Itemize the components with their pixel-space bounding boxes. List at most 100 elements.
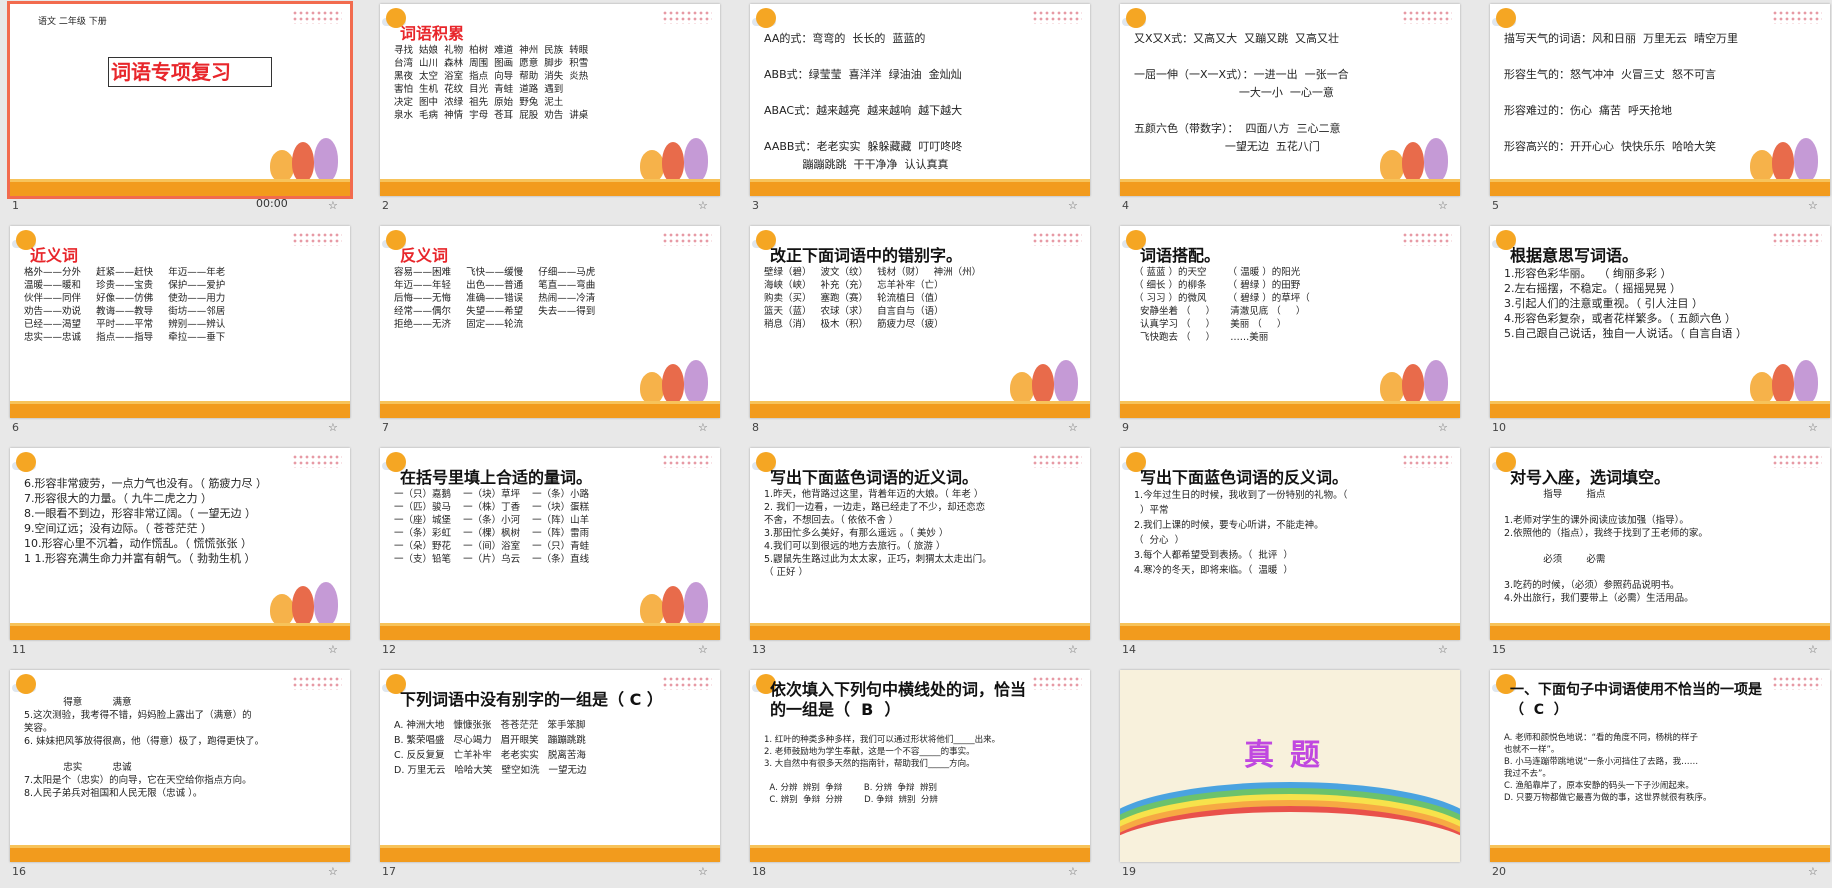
slide-thumbnail[interactable]: 词语搭配。 （ 蓝蓝 ）的天空 （ 温暖 ）的阳光 （ 细长 ）的柳条 （ 碧绿… — [1110, 222, 1480, 444]
slide-body: （ 蓝蓝 ）的天空 （ 温暖 ）的阳光 （ 细长 ）的柳条 （ 碧绿 ）的田野 … — [1134, 267, 1310, 343]
animation-star-icon[interactable]: ☆ — [698, 865, 708, 878]
slide-thumbnail[interactable]: 得意 满意 5.这次测验，我考得不错，妈妈脸上露出了（满意）的 笑容。 6. 妹… — [0, 666, 370, 888]
slide-canvas[interactable]: 真题 — [1120, 670, 1460, 862]
ground-bar — [1490, 404, 1830, 418]
slide-body: 6.形容非常疲劳，一点力气也没有。（ 筋疲力尽 ） 7.形容很大的力量。（ 九牛… — [24, 477, 267, 565]
decor-dots — [1402, 454, 1452, 468]
slide-body: A. 老师和颜悦色地说：“看的角度不同，杨桃的样子 也就不一样”。 B. 小马连… — [1504, 733, 1712, 803]
slide-canvas[interactable]: 描写天气的词语：风和日丽 万里无云 晴空万里 形容生气的：怒气冲冲 火冒三丈 怒… — [1490, 4, 1830, 196]
slide-canvas[interactable]: 写出下面蓝色词语的反义词。 1.今年过生日的时候，我收到了一份特别的礼物。（ ）… — [1120, 448, 1460, 640]
slide-thumbnail[interactable]: 对号入座，选词填空。 指导 指点 1.老师对学生的课外阅读应该加强（指导）。 2… — [1480, 444, 1832, 666]
slide-canvas[interactable]: 得意 满意 5.这次测验，我考得不错，妈妈脸上露出了（满意）的 笑容。 6. 妹… — [10, 670, 350, 862]
slide-canvas[interactable]: 改正下面词语中的错别字。 壁绿（碧） 波文（纹） 钱材（财） 神洲（州） 海峡（… — [750, 226, 1090, 418]
decor-dots — [1772, 676, 1822, 690]
slide-number: 17 — [382, 865, 396, 878]
slide-number: 12 — [382, 643, 396, 656]
animation-star-icon[interactable]: ☆ — [698, 199, 708, 212]
slide-thumbnail[interactable]: 改正下面词语中的错别字。 壁绿（碧） 波文（纹） 钱材（财） 神洲（州） 海峡（… — [740, 222, 1110, 444]
slide-canvas[interactable]: 6.形容非常疲劳，一点力气也没有。（ 筋疲力尽 ） 7.形容很大的力量。（ 九牛… — [10, 448, 350, 640]
tree-decor — [1772, 142, 1794, 182]
tree-decor — [270, 150, 294, 182]
slide-thumbnail[interactable]: 反义词 容易——困难 飞快——缓慢 仔细——马虎 年迈——年轻 出色——普通 笔… — [370, 222, 740, 444]
slide-title: 在括号里填上合适的量词。 — [400, 468, 593, 487]
ground-bar — [380, 848, 720, 862]
tree-decor — [1010, 372, 1034, 404]
slide-canvas[interactable]: 依次填入下列句中横线处的词，恰当 的一组是（ B ） 1. 红叶的种类多种多样，… — [750, 670, 1090, 862]
decor-dots — [1402, 232, 1452, 246]
animation-star-icon[interactable]: ☆ — [1808, 421, 1818, 434]
animation-star-icon[interactable]: ☆ — [1808, 199, 1818, 212]
animation-star-icon[interactable]: ☆ — [698, 643, 708, 656]
slide-thumbnail[interactable]: 描写天气的词语：风和日丽 万里无云 晴空万里 形容生气的：怒气冲冲 火冒三丈 怒… — [1480, 0, 1832, 222]
animation-star-icon[interactable]: ☆ — [1438, 199, 1448, 212]
tree-decor — [1424, 138, 1448, 182]
slide-canvas[interactable]: 一、下面句子中词语使用不恰当的一项是 （ C ） A. 老师和颜悦色地说：“看的… — [1490, 670, 1830, 862]
slide-canvas[interactable]: 在括号里填上合适的量词。 一（只）嘉鹅 一（块）草坪 一（条）小路 一（匹）骏马… — [380, 448, 720, 640]
slide-title: 词语积累 — [400, 24, 465, 43]
decor-dots — [1772, 232, 1822, 246]
tree-decor — [662, 586, 684, 626]
animation-star-icon[interactable]: ☆ — [1808, 643, 1818, 656]
slide-thumbnail[interactable]: 依次填入下列句中横线处的词，恰当 的一组是（ B ） 1. 红叶的种类多种多样，… — [740, 666, 1110, 888]
slide-thumbnail[interactable]: 在括号里填上合适的量词。 一（只）嘉鹅 一（块）草坪 一（条）小路 一（匹）骏马… — [370, 444, 740, 666]
slide-number: 9 — [1122, 421, 1129, 434]
animation-star-icon[interactable]: ☆ — [328, 865, 338, 878]
slide-canvas[interactable]: 语文 二年级 下册 词语专项复习 — [7, 1, 353, 199]
slide-thumbnail[interactable]: 又X又X式：又高又大 又蹦又跳 又高又壮 一屈一伸（一X一X式）：一进一出 一张… — [1110, 0, 1480, 222]
slide-canvas[interactable]: 根据意思写词语。 1.形容色彩华丽。 （ 绚丽多彩 ） 2.左右摇摆，不稳定。（… — [1490, 226, 1830, 418]
slide-canvas[interactable]: 词语搭配。 （ 蓝蓝 ）的天空 （ 温暖 ）的阳光 （ 细长 ）的柳条 （ 碧绿… — [1120, 226, 1460, 418]
tree-decor — [1402, 142, 1424, 182]
animation-star-icon[interactable]: ☆ — [1068, 199, 1078, 212]
slide-number: 1 — [12, 199, 19, 212]
slide-thumbnail[interactable]: 写出下面蓝色词语的反义词。 1.今年过生日的时候，我收到了一份特别的礼物。（ ）… — [1110, 444, 1480, 666]
slide-canvas[interactable]: AA的式：弯弯的 长长的 蓝蓝的 ABB式：绿莹莹 喜洋洋 绿油油 金灿灿 AB… — [750, 4, 1090, 196]
animation-star-icon[interactable]: ☆ — [1438, 643, 1448, 656]
slide-number: 10 — [1492, 421, 1506, 434]
slide-canvas[interactable]: 写出下面蓝色词语的近义词。 1.昨天，他背路过这里，背着年迈的大娘。（ 年老 ）… — [750, 448, 1090, 640]
ground-bar — [1490, 626, 1830, 640]
tree-decor — [640, 150, 664, 182]
sun-icon — [16, 452, 36, 472]
slide-canvas[interactable]: 近义词 格外——分外 赶紧——赶快 年迈——年老 温暖——暖和 珍贵——宝贵 保… — [10, 226, 350, 418]
slide-canvas[interactable]: 词语积累 寻找 姑娘 礼物 柏树 难道 神州 民族 转眼 台湾 山川 森林 周围… — [380, 4, 720, 196]
slide-thumbnail[interactable]: 写出下面蓝色词语的近义词。 1.昨天，他背路过这里，背着年迈的大娘。（ 年老 ）… — [740, 444, 1110, 666]
slide-thumbnail[interactable]: 近义词 格外——分外 赶紧——赶快 年迈——年老 温暖——暖和 珍贵——宝贵 保… — [0, 222, 370, 444]
slide-number: 16 — [12, 865, 26, 878]
tree-decor — [292, 142, 314, 182]
slide-title: 改正下面词语中的错别字。 — [770, 246, 963, 265]
slide-thumbnail[interactable]: 一、下面句子中词语使用不恰当的一项是 （ C ） A. 老师和颜悦色地说：“看的… — [1480, 666, 1832, 888]
animation-star-icon[interactable]: ☆ — [698, 421, 708, 434]
slide-title: 反义词 — [400, 246, 449, 265]
animation-star-icon[interactable]: ☆ — [1068, 643, 1078, 656]
decor-dots — [292, 454, 342, 468]
animation-star-icon[interactable]: ☆ — [1438, 421, 1448, 434]
slide-body: A. 神洲大地 慷慷张张 苍苍茫茫 笨手笨脚 B. 繁荣唱盛 尽心竭力 眉开眼笑… — [394, 720, 587, 776]
animation-star-icon[interactable]: ☆ — [1808, 865, 1818, 878]
slide-thumbnail[interactable]: 词语积累 寻找 姑娘 礼物 柏树 难道 神州 民族 转眼 台湾 山川 森林 周围… — [370, 0, 740, 222]
animation-star-icon[interactable]: ☆ — [1068, 421, 1078, 434]
tree-decor — [292, 586, 314, 626]
slide-canvas[interactable]: 又X又X式：又高又大 又蹦又跳 又高又壮 一屈一伸（一X一X式）：一进一出 一张… — [1120, 4, 1460, 196]
slide-number: 8 — [752, 421, 759, 434]
decor-dots — [662, 454, 712, 468]
ground-bar — [750, 182, 1090, 196]
animation-star-icon[interactable]: ☆ — [328, 643, 338, 656]
slide-thumbnail[interactable]: 6.形容非常疲劳，一点力气也没有。（ 筋疲力尽 ） 7.形容很大的力量。（ 九牛… — [0, 444, 370, 666]
slide-canvas[interactable]: 反义词 容易——困难 飞快——缓慢 仔细——马虎 年迈——年轻 出色——普通 笔… — [380, 226, 720, 418]
slide-thumbnail[interactable]: 下列词语中没有别字的一组是（ C ） A. 神洲大地 慷慷张张 苍苍茫茫 笨手笨… — [370, 666, 740, 888]
slide-number: 4 — [1122, 199, 1129, 212]
slide-thumbnail[interactable]: 根据意思写词语。 1.形容色彩华丽。 （ 绚丽多彩 ） 2.左右摇摆，不稳定。（… — [1480, 222, 1832, 444]
slide-canvas[interactable]: 对号入座，选词填空。 指导 指点 1.老师对学生的课外阅读应该加强（指导）。 2… — [1490, 448, 1830, 640]
animation-star-icon[interactable]: ☆ — [1068, 865, 1078, 878]
ground-bar — [1490, 182, 1830, 196]
slide-canvas[interactable]: 下列词语中没有别字的一组是（ C ） A. 神洲大地 慷慷张张 苍苍茫茫 笨手笨… — [380, 670, 720, 862]
tree-decor — [640, 372, 664, 404]
slide-thumbnail[interactable]: 真题 19 — [1110, 666, 1480, 888]
slide-number: 6 — [12, 421, 19, 434]
animation-star-icon[interactable]: ☆ — [328, 199, 338, 212]
decor-dots — [1772, 454, 1822, 468]
slide-thumbnail[interactable]: AA的式：弯弯的 长长的 蓝蓝的 ABB式：绿莹莹 喜洋洋 绿油油 金灿灿 AB… — [740, 0, 1110, 222]
decor-dots — [662, 676, 712, 690]
slide-thumbnail[interactable]: 语文 二年级 下册 词语专项复习 1 00:00 ☆ — [0, 0, 370, 222]
animation-star-icon[interactable]: ☆ — [328, 421, 338, 434]
